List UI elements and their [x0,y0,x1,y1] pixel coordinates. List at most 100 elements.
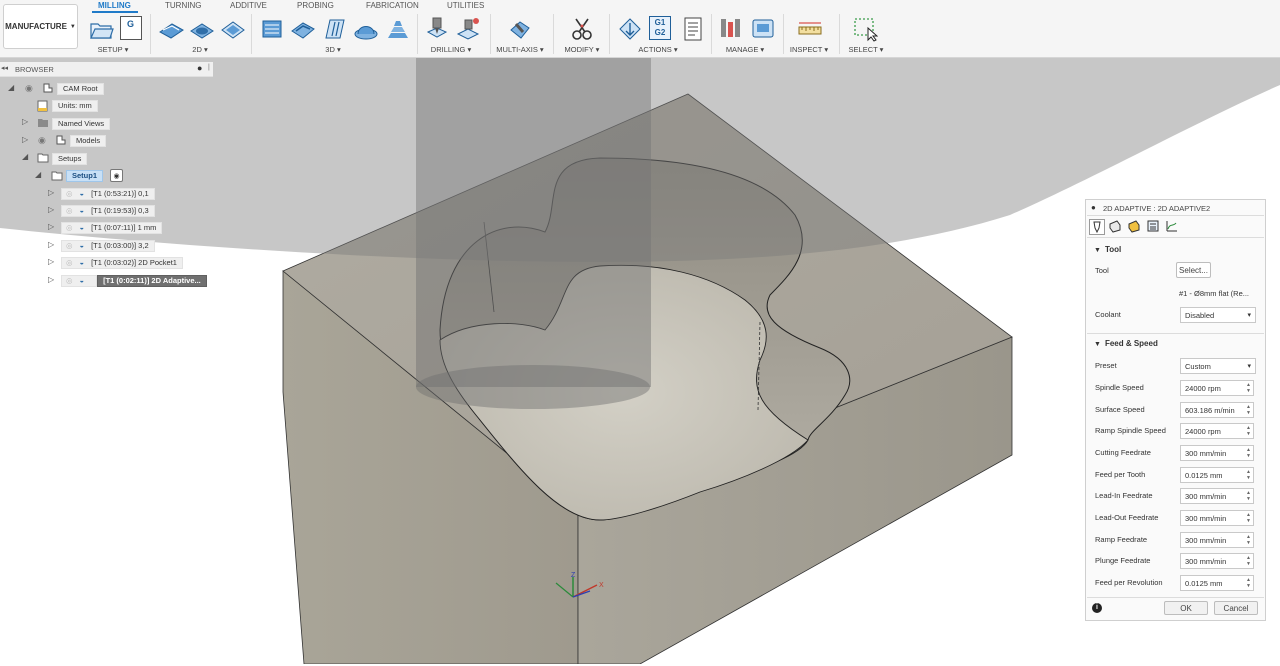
measure-icon[interactable] [797,16,823,42]
group-drilling-label[interactable]: DRILLING ▾ [431,45,471,54]
2d-pocket-icon[interactable] [189,16,215,42]
multi-axis-icon[interactable] [507,16,533,42]
post-process-icon[interactable]: G1 G2 [649,16,671,40]
ramp-feedrate-field[interactable]: 300 mm/min ▲ ▼ [1180,532,1254,548]
ramp-spindle-speed-field[interactable]: 24000 rpm ▲ ▼ [1180,423,1254,439]
browser-pin-icon[interactable]: | [208,64,210,71]
expand-triangle-icon[interactable]: ▷ [48,222,54,231]
new-setup-folder-icon[interactable] [88,16,114,42]
tab-tool[interactable] [1089,219,1105,235]
drill-icon[interactable] [424,16,450,42]
tree-item-operation[interactable]: ◎ ◒ [T1 (0:19:53)] 0,3 [61,204,155,217]
group-modify-label[interactable]: MODIFY ▾ [565,45,600,54]
spinner-icon[interactable]: ▲ ▼ [1246,404,1251,416]
group-inspect-label[interactable]: INSPECT ▾ [790,45,828,54]
spinner-icon[interactable]: ▲ ▼ [1246,425,1251,437]
tree-item-operation[interactable]: ◎ ◒ [T1 (0:03:02)] 2D Pocket1 [61,256,183,269]
hidden-eye-icon[interactable]: ◎ [66,258,73,267]
info-icon[interactable]: i [1092,603,1102,613]
tool-library-icon[interactable] [719,16,745,42]
group-select-label[interactable]: SELECT ▾ [849,45,884,54]
group-multi-axis-label[interactable]: MULTI-AXIS ▾ [496,45,543,54]
active-setup-radio-icon[interactable]: ◉ [110,169,123,182]
expand-triangle-icon[interactable]: ▷ [22,117,28,126]
plunge-feedrate-field[interactable]: 300 mm/min ▲ ▼ [1180,553,1254,569]
tree-item-named-views[interactable]: Named Views [52,117,111,130]
tab-milling[interactable]: MILLING [98,1,131,10]
spinner-icon[interactable]: ▲ ▼ [1246,469,1251,481]
spinner-icon[interactable]: ▲ ▼ [1246,447,1251,459]
face-icon[interactable] [220,16,246,42]
tree-item-operation[interactable]: ◎ ◒ [T1 (0:53:21)] 0,1 [61,187,155,200]
cutting-feedrate-field[interactable]: 300 mm/min ▲ ▼ [1180,445,1254,461]
machine-library-icon[interactable] [750,16,776,42]
tree-item-setups[interactable]: Setups [52,152,88,165]
spinner-icon[interactable]: ▲ ▼ [1246,555,1251,567]
expand-triangle-icon[interactable]: ▷ [48,257,54,266]
browser-minimize-icon[interactable]: ● [197,63,202,73]
feed-per-revolution-field[interactable]: 0.0125 mm ▲ ▼ [1180,575,1254,591]
spinner-icon[interactable]: ▲ ▼ [1246,490,1251,502]
tab-heights[interactable] [1127,219,1143,235]
tab-linking[interactable] [1165,219,1181,235]
tree-item-operation[interactable]: ◎ ◒ [T1 (0:03:00)] 3,2 [61,239,155,252]
tab-probing[interactable]: PROBING [297,1,334,10]
scallop-icon[interactable] [385,16,411,42]
setup-sheet-icon[interactable] [680,16,706,42]
expand-triangle-icon[interactable]: ▷ [48,188,54,197]
group-setup-label[interactable]: SETUP ▾ [98,45,129,54]
3d-adaptive-icon[interactable] [259,16,285,42]
tree-item-operation[interactable]: ◎ ◒ [T1 (0:07:11)] 1 mm [61,221,163,234]
surface-speed-field[interactable]: 603.186 m/min ▲ ▼ [1180,402,1254,418]
tab-turning[interactable]: TURNING [165,1,201,10]
tab-utilities[interactable]: UTILITIES [447,1,484,10]
workspace-switcher-button[interactable]: MANUFACTURE ▼ [3,4,78,49]
group-3d-label[interactable]: 3D ▾ [325,45,340,54]
lead-in-feedrate-field[interactable]: 300 mm/min ▲ ▼ [1180,488,1254,504]
section-tool-header[interactable]: ▼ Tool [1094,245,1121,254]
feed-per-tooth-field[interactable]: 0.0125 mm ▲ ▼ [1180,467,1254,483]
coolant-dropdown[interactable]: Disabled ▾ [1180,307,1256,323]
3d-pocket-icon[interactable] [290,16,316,42]
expand-triangle-icon[interactable]: ▷ [48,275,54,284]
spinner-icon[interactable]: ▲ ▼ [1246,512,1251,524]
hidden-eye-icon[interactable]: ◎ [66,189,73,198]
tree-item-models[interactable]: Models [70,134,107,147]
select-tool-button[interactable]: Select... [1176,262,1211,278]
lead-out-feedrate-field[interactable]: 300 mm/min ▲ ▼ [1180,510,1254,526]
collapse-triangle-icon[interactable]: ◢ [8,83,14,92]
scissors-icon[interactable] [569,16,595,42]
section-feed-speed-header[interactable]: ▼ Feed & Speed [1094,339,1158,348]
eye-icon[interactable]: ◉ [25,83,33,94]
hidden-eye-icon[interactable]: ◎ [66,276,73,285]
tab-fabrication[interactable]: FABRICATION [366,1,419,10]
preset-dropdown[interactable]: Custom ▾ [1180,358,1256,374]
group-2d-label[interactable]: 2D ▾ [192,45,207,54]
nc-program-icon[interactable]: G [120,16,142,40]
spinner-icon[interactable]: ▲ ▼ [1246,577,1251,589]
parallel-icon[interactable] [322,16,348,42]
window-select-icon[interactable] [852,16,878,42]
ok-button[interactable]: OK [1164,601,1208,615]
tab-passes[interactable] [1146,219,1162,235]
hole-recognition-icon[interactable] [455,16,481,42]
collapse-browser-icon[interactable]: ◂◂ [1,64,8,72]
group-actions-label[interactable]: ACTIONS ▾ [638,45,677,54]
hidden-eye-icon[interactable]: ◎ [66,241,73,250]
collapse-triangle-icon[interactable]: ◢ [22,152,28,161]
expand-triangle-icon[interactable]: ▷ [48,240,54,249]
simulate-icon[interactable] [617,16,643,42]
2d-adaptive-icon[interactable] [158,16,184,42]
hidden-eye-icon[interactable]: ◎ [66,223,73,232]
tree-item-setup1[interactable]: Setup1 [66,169,104,182]
spinner-icon[interactable]: ▲ ▼ [1246,534,1251,546]
spindle-speed-field[interactable]: 24000 rpm ▲ ▼ [1180,380,1254,396]
eye-icon[interactable]: ◉ [38,135,46,146]
tree-item-operation-selected[interactable]: ◎ ◒ [T1 (0:02:11)] 2D Adaptive... [61,274,207,287]
collapse-triangle-icon[interactable]: ◢ [35,170,41,179]
group-manage-label[interactable]: MANAGE ▾ [726,45,764,54]
tree-item-cam-root[interactable]: CAM Root [57,82,104,95]
expand-triangle-icon[interactable]: ▷ [48,205,54,214]
hidden-eye-icon[interactable]: ◎ [66,206,73,215]
contour-icon[interactable] [353,16,379,42]
